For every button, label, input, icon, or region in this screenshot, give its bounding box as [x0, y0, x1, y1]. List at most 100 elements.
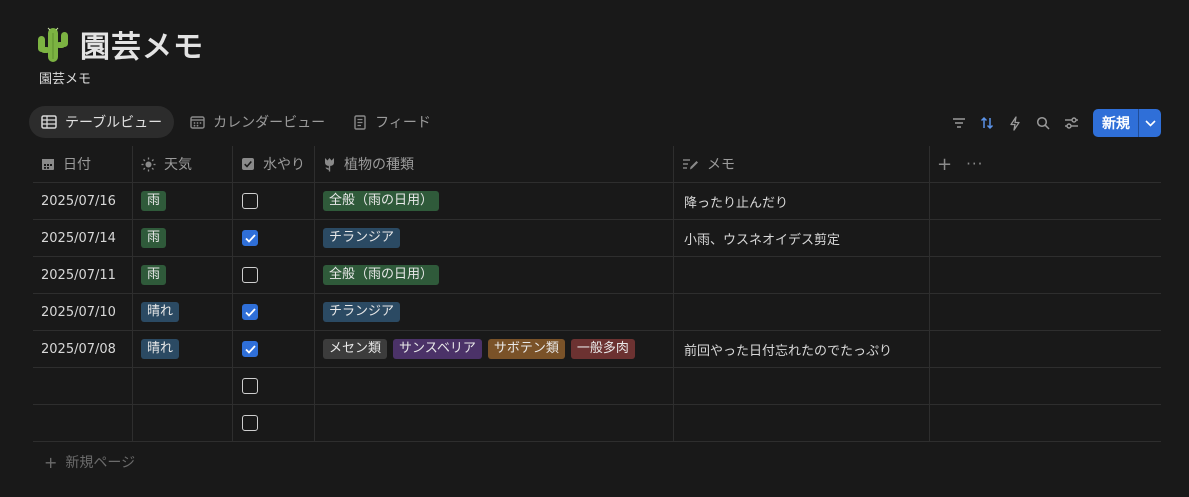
- watering-cell: [233, 294, 315, 330]
- weather-cell[interactable]: 晴れ: [133, 331, 233, 367]
- memo-cell[interactable]: 小雨、ウスネオイデス剪定: [674, 220, 930, 256]
- watering-checkbox[interactable]: [242, 267, 258, 283]
- weather-cell[interactable]: [133, 405, 233, 441]
- date-cell[interactable]: [33, 405, 133, 441]
- table-row[interactable]: [33, 405, 1161, 442]
- memo-cell[interactable]: 降ったり止んだり: [674, 183, 930, 219]
- empty-cell: [930, 294, 1161, 330]
- table-row[interactable]: 2025/07/11 雨 全般（雨の日用）: [33, 257, 1161, 294]
- memo-cell[interactable]: [674, 405, 930, 441]
- memo-text: 降ったり止んだり: [684, 195, 789, 211]
- new-page-button[interactable]: + 新規ページ: [44, 452, 135, 472]
- tab-feed-view[interactable]: フィード: [341, 106, 443, 138]
- watering-cell: [233, 257, 315, 293]
- plus-icon: +: [44, 452, 58, 472]
- column-header-plant-type[interactable]: 植物の種類: [315, 146, 674, 182]
- date-cell[interactable]: 2025/07/14: [33, 220, 133, 256]
- watering-checkbox[interactable]: [242, 341, 258, 357]
- weather-cell[interactable]: [133, 368, 233, 404]
- weather-cell[interactable]: 雨: [133, 220, 233, 256]
- table-header: 日付 天気 水やり 植物の種類 メモ + ···: [33, 146, 1161, 183]
- plant-tag: チランジア: [323, 228, 401, 248]
- add-column-icon[interactable]: +: [937, 154, 952, 175]
- date-cell[interactable]: [33, 368, 133, 404]
- weather-cell[interactable]: 晴れ: [133, 294, 233, 330]
- weather-cell[interactable]: 雨: [133, 183, 233, 219]
- plant-type-cell[interactable]: [315, 405, 674, 441]
- table-row[interactable]: 2025/07/10 晴れ チランジア: [33, 294, 1161, 331]
- watering-checkbox[interactable]: [242, 230, 258, 246]
- check-icon: [244, 344, 256, 354]
- check-icon: [244, 233, 256, 243]
- table-row[interactable]: [33, 368, 1161, 405]
- memo-cell[interactable]: [674, 368, 930, 404]
- date-value: 2025/07/14: [41, 230, 116, 246]
- memo-cell[interactable]: 前回やった日付忘れたのでたっぷり: [674, 331, 930, 367]
- date-cell[interactable]: 2025/07/10: [33, 294, 133, 330]
- date-cell[interactable]: 2025/07/16: [33, 183, 133, 219]
- tab-calendar-view[interactable]: カレンダービュー: [178, 106, 337, 138]
- new-button-group: 新規: [1093, 109, 1161, 137]
- column-header-date[interactable]: 日付: [33, 146, 133, 182]
- plant-type-cell[interactable]: [315, 368, 674, 404]
- weather-tag: 晴れ: [141, 302, 180, 322]
- empty-cell: [930, 183, 1161, 219]
- page-title[interactable]: 園芸メモ: [80, 22, 204, 66]
- table-row[interactable]: 2025/07/14 雨 チランジア 小雨、ウスネオイデス剪定: [33, 220, 1161, 257]
- tab-label: カレンダービュー: [213, 115, 326, 131]
- plant-type-cell[interactable]: チランジア: [315, 220, 674, 256]
- lightning-icon: [1010, 115, 1020, 131]
- tab-label: テーブルビュー: [65, 115, 163, 131]
- column-header-weather[interactable]: 天気: [133, 146, 233, 182]
- watering-checkbox[interactable]: [242, 378, 258, 394]
- plant-tag: サボテン類: [487, 339, 565, 359]
- page-header: 園芸メモ: [34, 22, 204, 66]
- plant-tag: チランジア: [323, 302, 401, 322]
- column-header-actions: + ···: [930, 146, 1161, 182]
- more-options-icon[interactable]: ···: [966, 155, 983, 173]
- empty-cell: [930, 331, 1161, 367]
- weather-tag: 雨: [141, 228, 167, 248]
- column-label: メモ: [707, 157, 735, 173]
- plant-type-cell[interactable]: 全般（雨の日用）: [315, 183, 674, 219]
- table-row[interactable]: 2025/07/16 雨 全般（雨の日用） 降ったり止んだり: [33, 183, 1161, 220]
- plant-tag: 全般（雨の日用）: [323, 191, 440, 211]
- database-table: 日付 天気 水やり 植物の種類 メモ + ··· 2025/07/16 雨全般（雨…: [33, 146, 1161, 442]
- column-label: 植物の種類: [344, 157, 414, 173]
- watering-checkbox[interactable]: [242, 193, 258, 209]
- pen-lines-icon: [683, 159, 698, 170]
- watering-checkbox[interactable]: [242, 415, 258, 431]
- column-label: 天気: [164, 157, 192, 173]
- cactus-icon: [38, 27, 68, 62]
- memo-cell[interactable]: [674, 294, 930, 330]
- plant-type-cell[interactable]: メセン類 サンスベリア サボテン類 一般多肉: [315, 331, 674, 367]
- automation-button[interactable]: [1001, 109, 1029, 137]
- column-header-watering[interactable]: 水やり: [233, 146, 315, 182]
- weather-cell[interactable]: 雨: [133, 257, 233, 293]
- feed-icon: [354, 114, 366, 130]
- plant-type-cell[interactable]: 全般（雨の日用）: [315, 257, 674, 293]
- settings-button[interactable]: [1057, 109, 1085, 137]
- tab-table-view[interactable]: テーブルビュー: [29, 106, 175, 138]
- watering-checkbox[interactable]: [242, 304, 258, 320]
- new-button[interactable]: 新規: [1093, 109, 1138, 137]
- sliders-icon: [1064, 117, 1078, 129]
- watering-cell: [233, 220, 315, 256]
- new-page-label: 新規ページ: [65, 455, 136, 471]
- date-value: 2025/07/11: [41, 267, 116, 283]
- new-dropdown-button[interactable]: [1139, 109, 1161, 137]
- sort-button[interactable]: [973, 109, 1001, 137]
- filter-button[interactable]: [945, 109, 973, 137]
- empty-cell: [930, 368, 1161, 404]
- date-cell[interactable]: 2025/07/08: [33, 331, 133, 367]
- date-value: 2025/07/10: [41, 304, 116, 320]
- search-button[interactable]: [1029, 109, 1057, 137]
- date-cell[interactable]: 2025/07/11: [33, 257, 133, 293]
- memo-cell[interactable]: [674, 257, 930, 293]
- column-header-memo[interactable]: メモ: [674, 146, 930, 182]
- empty-cell: [930, 220, 1161, 256]
- table-row[interactable]: 2025/07/08 晴れ メセン類 サンスベリア サボテン類 一般多肉 前回やった日付忘れ…: [33, 331, 1161, 368]
- plant-type-cell[interactable]: チランジア: [315, 294, 674, 330]
- view-tabs: テーブルビュー カレンダービュー フィード: [29, 106, 447, 138]
- sort-icon: [980, 116, 994, 130]
